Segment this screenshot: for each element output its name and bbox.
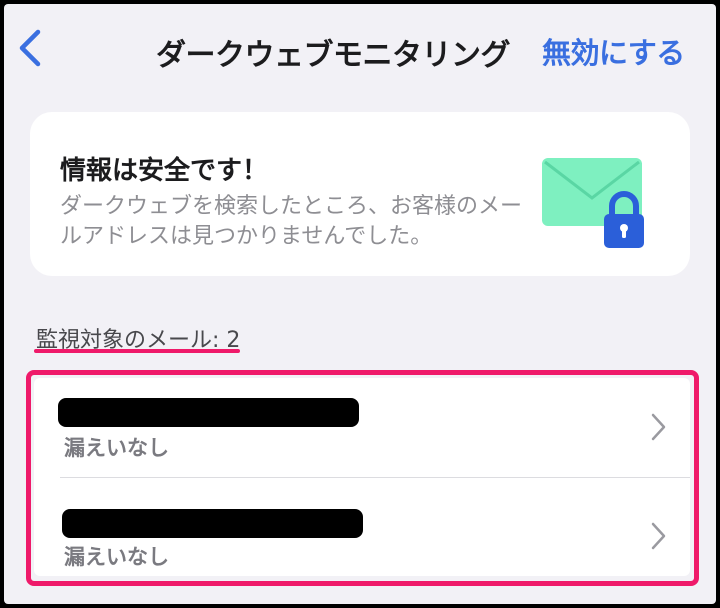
screen: ダークウェブモニタリング 無効にする 情報は安全です！ ダークウェブを検索したと… bbox=[4, 4, 716, 604]
status-card: 情報は安全です！ ダークウェブを検索したところ、お客様のメールアドレスは見つかり… bbox=[30, 112, 690, 276]
chevron-left-icon bbox=[19, 29, 41, 67]
back-button[interactable] bbox=[10, 26, 50, 70]
disable-button[interactable]: 無効にする bbox=[542, 30, 685, 72]
header: ダークウェブモニタリング 無効にする bbox=[4, 4, 716, 92]
status-description: ダークウェブを検索したところ、お客様のメールアドレスは見つかりませんでした。 bbox=[60, 194, 523, 249]
list-highlight-annotation bbox=[26, 370, 699, 586]
status-title: 情報は安全です！ bbox=[60, 156, 269, 186]
label-underline-annotation bbox=[34, 349, 240, 353]
page-title: ダークウェブモニタリング bbox=[156, 38, 511, 73]
mail-lock-icon bbox=[542, 158, 644, 248]
